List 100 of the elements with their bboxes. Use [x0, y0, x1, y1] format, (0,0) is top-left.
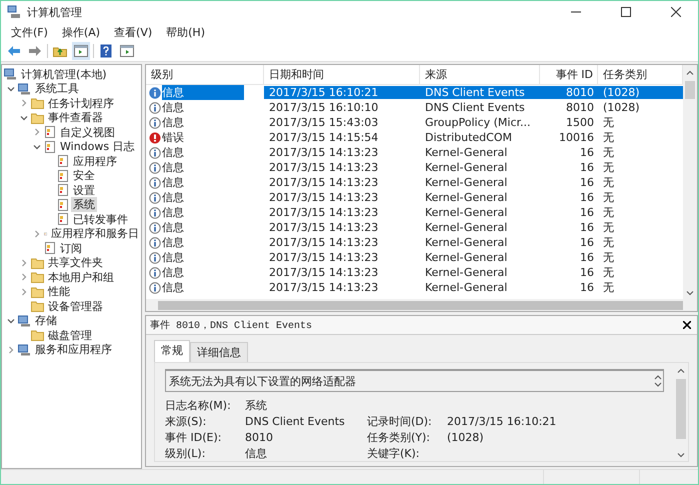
table-cell: 信息 [162, 145, 184, 160]
error-icon [149, 132, 161, 144]
menu-item[interactable]: 文件(F) [5, 24, 54, 40]
table-cell-text: 无 [602, 190, 615, 205]
scroll-up-icon[interactable] [686, 69, 694, 77]
table-cell-text: 2017/3/15 14:13:23 [268, 221, 380, 234]
table-cell: 信息 [162, 265, 184, 280]
table-cell: 信息 [162, 160, 184, 175]
table-cell-text: 2017/3/15 15:43:03 [268, 116, 380, 129]
tree-item[interactable]: 计算机管理(本地) [19, 66, 109, 82]
tree-item[interactable]: 共享文件夹 [46, 255, 105, 270]
table-cell-text: 无 [602, 250, 615, 265]
table-cell: 信息 [162, 85, 244, 100]
folder-icon [31, 112, 44, 124]
table-cell-text: 无 [602, 115, 615, 130]
field-value: DNS Client Events [245, 414, 346, 428]
computer-icon [18, 344, 31, 356]
table-cell-text: 2017/3/15 14:13:23 [268, 161, 380, 174]
scrollbar-thumb[interactable] [676, 379, 686, 439]
table-cell-text: 16 [579, 251, 595, 264]
table-cell-text: 16 [579, 206, 595, 219]
field-label: 来源(S): [165, 414, 208, 428]
table-cell: (1028) [598, 86, 683, 99]
tree-item[interactable]: 自定义视图 [58, 124, 117, 140]
table-cell-text: 1500 [565, 116, 595, 129]
table-cell-text: DNS Client Events [424, 101, 526, 114]
folder-icon [31, 97, 44, 110]
info-icon [149, 86, 161, 98]
table-cell: 信息 [162, 100, 184, 115]
tree-item[interactable]: 设备管理器 [46, 298, 105, 314]
info-icon [149, 192, 161, 204]
tab[interactable]: 详细信息 [190, 342, 248, 362]
table-cell-text: Kernel-General [424, 236, 508, 249]
table-cell: 信息 [162, 205, 184, 220]
column-header[interactable]: 级别 [146, 65, 264, 84]
table-cell-text: 16 [579, 191, 595, 204]
table-cell-text: 16 [579, 176, 595, 189]
computer-icon [18, 82, 31, 95]
field-value: 8010 [245, 430, 274, 444]
console-tree-button[interactable] [72, 42, 90, 60]
table-cell-text: Kernel-General [424, 281, 508, 294]
tree-item[interactable]: 应用程序 [71, 154, 119, 169]
table-cell: 信息 [162, 280, 184, 295]
tree-item[interactable]: 设置 [71, 182, 97, 198]
field-label: 任务类别(Y): [367, 430, 432, 444]
vertical-scrollbar[interactable] [683, 65, 697, 299]
detail-title: 事件 8010，DNS Client Events [150, 318, 314, 332]
tree-item[interactable]: 应用程序和服务日 [49, 226, 141, 242]
scroll-down-icon[interactable] [686, 289, 694, 297]
field-label: 关键字(K): [367, 446, 421, 460]
tree-item[interactable]: 存储 [33, 313, 59, 328]
folder-icon [31, 271, 44, 284]
tree-item[interactable]: 本地用户和组 [46, 270, 116, 285]
table-cell: 信息 [162, 175, 184, 190]
field-value: (1028) [447, 430, 485, 444]
scroll-up-icon[interactable] [677, 367, 685, 375]
column-header[interactable]: 来源 [420, 65, 540, 84]
table-cell-text: 无 [602, 175, 615, 190]
tree-item[interactable]: 事件查看器 [46, 110, 105, 126]
column-header[interactable]: 日期和时间 [264, 65, 420, 84]
tab[interactable]: 常规 [154, 340, 190, 362]
tree-item[interactable]: 性能 [46, 284, 72, 300]
table-cell: 信息 [162, 250, 184, 265]
table-cell-text: 2017/3/15 14:13:23 [268, 236, 380, 249]
menu-item[interactable]: 查看(V) [108, 24, 158, 40]
horizontal-scrollbar[interactable] [146, 299, 697, 311]
action-pane-button[interactable] [118, 42, 136, 60]
window-title: 计算机管理 [27, 4, 83, 20]
info-icon [149, 146, 161, 158]
scroll-arrows-icon[interactable] [653, 373, 663, 389]
tree-item[interactable]: 系统 [71, 197, 97, 212]
folder-icon [31, 300, 44, 312]
table-cell-text: Kernel-General [424, 176, 508, 189]
tree-item[interactable]: 订阅 [58, 240, 84, 256]
table-cell-text: 2017/3/15 14:13:23 [268, 146, 380, 159]
table-cell: DNS Client Events [420, 86, 540, 99]
table-cell-text: 无 [602, 130, 615, 145]
column-header[interactable]: 事件 ID [540, 65, 598, 84]
tree-item[interactable]: 磁盘管理 [46, 328, 94, 343]
tree-item[interactable]: 安全 [71, 168, 97, 184]
menu-item[interactable]: 操作(A) [56, 24, 106, 40]
table-cell-text: DistributedCOM [424, 131, 513, 144]
tree-item[interactable]: Windows 日志 [58, 139, 137, 154]
scroll-down-icon[interactable] [677, 451, 685, 459]
scrollbar-thumb[interactable] [158, 300, 683, 310]
maximize-icon [621, 7, 631, 17]
field-value: 信息 [245, 446, 268, 460]
menu-item[interactable]: 帮助(H) [160, 24, 211, 40]
tree-item[interactable]: 任务计划程序 [46, 96, 116, 111]
scrollbar-thumb[interactable] [685, 81, 695, 99]
table-cell-text: 2017/3/15 16:10:10 [268, 101, 380, 114]
tree-item[interactable]: 已转发事件 [71, 212, 130, 227]
tree-item[interactable]: 系统工具 [33, 81, 81, 96]
table-cell: 2017/3/15 16:10:21 [264, 86, 420, 99]
table-cell-text: Kernel-General [424, 251, 508, 264]
table-cell: 信息 [162, 235, 184, 250]
table-cell-text: 16 [579, 266, 595, 279]
folder-icon [31, 286, 44, 298]
tree-item[interactable]: 服务和应用程序 [33, 342, 114, 358]
table-cell-text: 2017/3/15 14:13:23 [268, 176, 380, 189]
